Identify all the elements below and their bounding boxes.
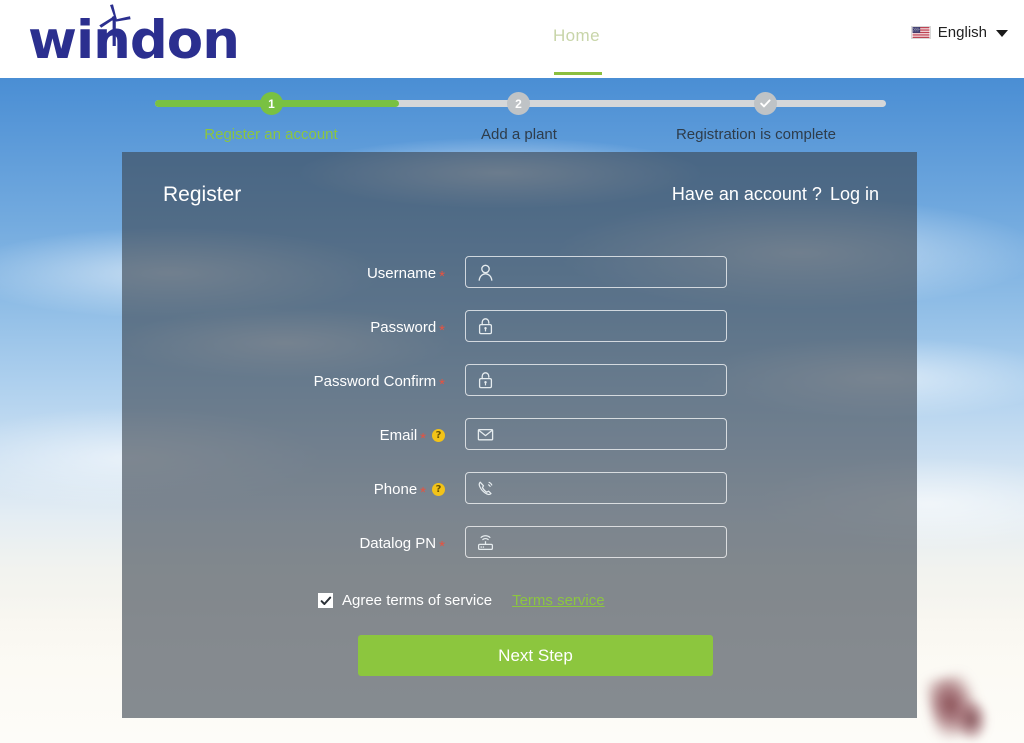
phone-input-wrapper[interactable] [465,472,727,504]
field-label-datalog-pn: Datalog PN * [359,535,445,555]
required-marker: * [439,267,445,285]
step-label-1[interactable]: Register an account [171,126,371,143]
label-text: Phone [373,481,418,498]
label-text: Password Confirm [313,373,437,390]
envelope-icon [477,428,494,440]
field-row-datalog-pn: Datalog PN * [122,522,917,576]
password-input-wrapper[interactable] [465,310,727,342]
lock-icon [478,317,493,334]
label-text: Password [370,319,437,336]
logo[interactable]: windon [28,4,258,70]
user-icon [478,264,493,281]
password-confirm-input-wrapper[interactable] [465,364,727,396]
router-icon [477,534,494,550]
agree-terms-row: Agree terms of service Terms service [318,592,605,609]
registration-stepper: 1 2 Register an account Add a plant Regi… [0,92,1024,152]
step-node-3-check-icon[interactable] [754,92,777,115]
required-marker: * [420,429,426,447]
username-input[interactable] [496,257,714,287]
field-row-password-confirm: Password Confirm * [122,360,917,414]
required-marker: * [420,483,426,501]
step-node-1[interactable]: 1 [260,92,283,115]
agree-terms-label: Agree terms of service [342,592,493,609]
step-label-2[interactable]: Add a plant [419,126,619,143]
account-prompt: Have an account ? Log in [672,184,879,205]
phone-icon [478,481,493,495]
field-row-email: Email * ? [122,414,917,468]
phone-input[interactable] [496,473,714,503]
account-prompt-text: Have an account ? [671,184,822,204]
registration-form: Username * Password * Password Confirm *… [122,252,917,576]
field-label-password: Password * [370,319,445,339]
label-text: Username [366,265,437,282]
check-icon [760,99,771,108]
page-title: Register [163,183,242,206]
password-confirm-input[interactable] [496,365,714,395]
field-row-phone: Phone * ? [122,468,917,522]
step-node-2[interactable]: 2 [507,92,530,115]
username-input-wrapper[interactable] [465,256,727,288]
required-marker: * [439,321,445,339]
label-text: Datalog PN [359,535,437,552]
required-marker: * [439,537,445,555]
help-badge-icon[interactable]: ? [432,483,445,496]
required-marker: * [439,375,445,393]
nav-active-indicator [554,72,602,75]
help-badge-icon[interactable]: ? [432,429,445,442]
login-link[interactable]: Log in [830,184,879,204]
datalog-pn-input-wrapper[interactable] [465,526,727,558]
email-input-wrapper[interactable] [465,418,727,450]
email-input[interactable] [496,419,714,449]
chevron-down-icon [996,30,1008,37]
step-label-3[interactable]: Registration is complete [656,126,856,143]
datalog-pn-input[interactable] [496,527,714,557]
next-step-button[interactable]: Next Step [358,635,713,676]
field-label-username: Username * [366,265,445,285]
field-label-phone: Phone * ? [373,481,445,501]
lock-icon [478,371,493,388]
blurred-foreground-figure [957,700,987,740]
label-text: Email [379,427,418,444]
check-icon [320,596,331,605]
field-label-email: Email * ? [379,427,445,447]
register-panel: Register Have an account ? Log in Usernam… [122,152,917,718]
language-selector[interactable]: English [910,24,1008,41]
field-row-username: Username * [122,252,917,306]
agree-terms-checkbox[interactable] [318,593,333,608]
nav-item-home[interactable]: Home [553,26,600,50]
wind-turbine-icon [99,4,131,46]
terms-service-link[interactable]: Terms service [512,592,605,609]
site-header: windon Home English [0,0,1024,78]
us-flag-icon [910,26,931,39]
language-label: English [937,24,987,41]
password-input[interactable] [496,311,714,341]
field-row-password: Password * [122,306,917,360]
field-label-password-confirm: Password Confirm * [313,373,445,393]
